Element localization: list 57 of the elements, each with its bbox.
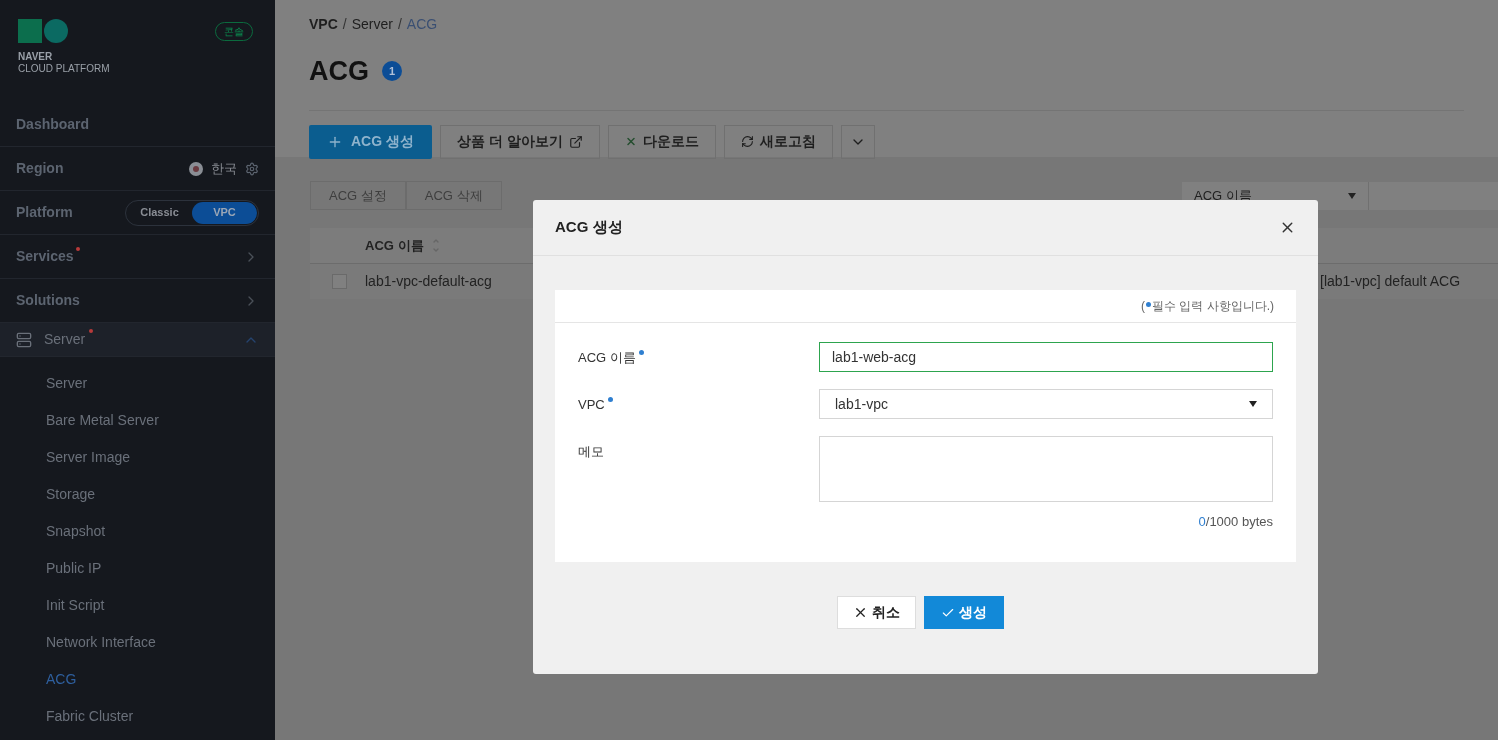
breadcrumb-item[interactable]: Server xyxy=(351,14,393,35)
create-button[interactable]: ACG 생성 xyxy=(309,124,432,159)
sidebar-subitem[interactable]: Network Interface xyxy=(46,632,156,653)
server-icon xyxy=(16,331,32,348)
sidebar-subitem[interactable]: Snapshot xyxy=(46,521,106,542)
sidebar-subitem[interactable]: Server xyxy=(46,373,88,394)
table-cell-text: lab1-vpc-default-acg xyxy=(365,272,493,291)
sidebar-subitem[interactable]: Public IP xyxy=(46,558,102,579)
sidebar-subitem[interactable]: Init Script xyxy=(46,595,105,616)
sidebar-subitem[interactable]: ACG xyxy=(46,669,77,690)
column-header[interactable]: ACG 이름 xyxy=(365,235,424,256)
memo-textarea[interactable] xyxy=(819,436,1273,502)
external-link-icon xyxy=(568,134,583,149)
field-label: VPC xyxy=(578,396,605,414)
sidebar-label: Region xyxy=(16,159,64,178)
breadcrumb-separator: / xyxy=(397,15,402,34)
sidebar-item[interactable]: Solutions xyxy=(16,290,80,311)
sidebar-item[interactable]: Services xyxy=(16,246,74,267)
breadcrumb-item[interactable]: VPC xyxy=(309,14,338,35)
refresh-icon xyxy=(740,135,754,148)
sidebar-subitem[interactable]: Server Image xyxy=(46,447,131,468)
sidebar-item[interactable]: Dashboard xyxy=(16,114,90,135)
sidebar-subitem[interactable]: Fabric Cluster xyxy=(46,706,134,727)
vpc-select[interactable]: lab1-vpc xyxy=(819,389,1273,419)
logo-icon xyxy=(18,19,68,43)
dialog-title: ACG 생성 xyxy=(555,217,623,238)
refresh-button[interactable]: 새로고침 xyxy=(723,124,833,159)
count-badge: 1 xyxy=(382,61,402,82)
breadcrumb-item[interactable]: ACG xyxy=(406,14,438,35)
region-value[interactable]: 한국 xyxy=(211,158,237,179)
sidebar-subitem[interactable]: Storage xyxy=(46,484,96,505)
platform-option[interactable]: VPC xyxy=(192,201,257,224)
sidebar-item[interactable]: Server xyxy=(44,329,86,350)
name-input-field[interactable]: lab1-web-acg xyxy=(819,342,1273,372)
sidebar-subitem[interactable]: Bare Metal Server xyxy=(46,410,159,431)
page-title: ACG xyxy=(309,55,369,88)
brand-name: NAVER xyxy=(18,51,54,63)
flag-icon xyxy=(189,161,203,176)
excel-icon xyxy=(624,135,637,148)
more-button[interactable] xyxy=(840,124,875,159)
field-label: ACG 이름 xyxy=(578,349,636,367)
sidebar-label: Platform xyxy=(16,203,73,222)
required-note: ( 필수 입력 사항입니다.) xyxy=(1141,298,1274,315)
cancel-button[interactable]: 취소 xyxy=(837,596,916,629)
download-button[interactable]: 다운로드 xyxy=(607,124,716,159)
create-button[interactable]: 생성 xyxy=(924,596,1004,629)
brand-subtitle: CLOUD PLATFORM xyxy=(18,63,110,75)
platform-option[interactable]: Classic xyxy=(127,201,192,224)
field-label: 메모 xyxy=(578,443,604,461)
table-cell-text: [lab1-vpc] default ACG xyxy=(1320,272,1461,291)
settings-icon[interactable] xyxy=(245,161,259,176)
learn-more-button[interactable]: 상품 더 알아보기 xyxy=(440,124,600,159)
close-icon xyxy=(853,605,868,620)
byte-counter: 0/1000 bytes xyxy=(1198,513,1273,531)
breadcrumb-separator: / xyxy=(342,15,347,34)
dropdown-caret-icon xyxy=(1348,192,1356,199)
dropdown-caret-icon xyxy=(1249,401,1257,407)
